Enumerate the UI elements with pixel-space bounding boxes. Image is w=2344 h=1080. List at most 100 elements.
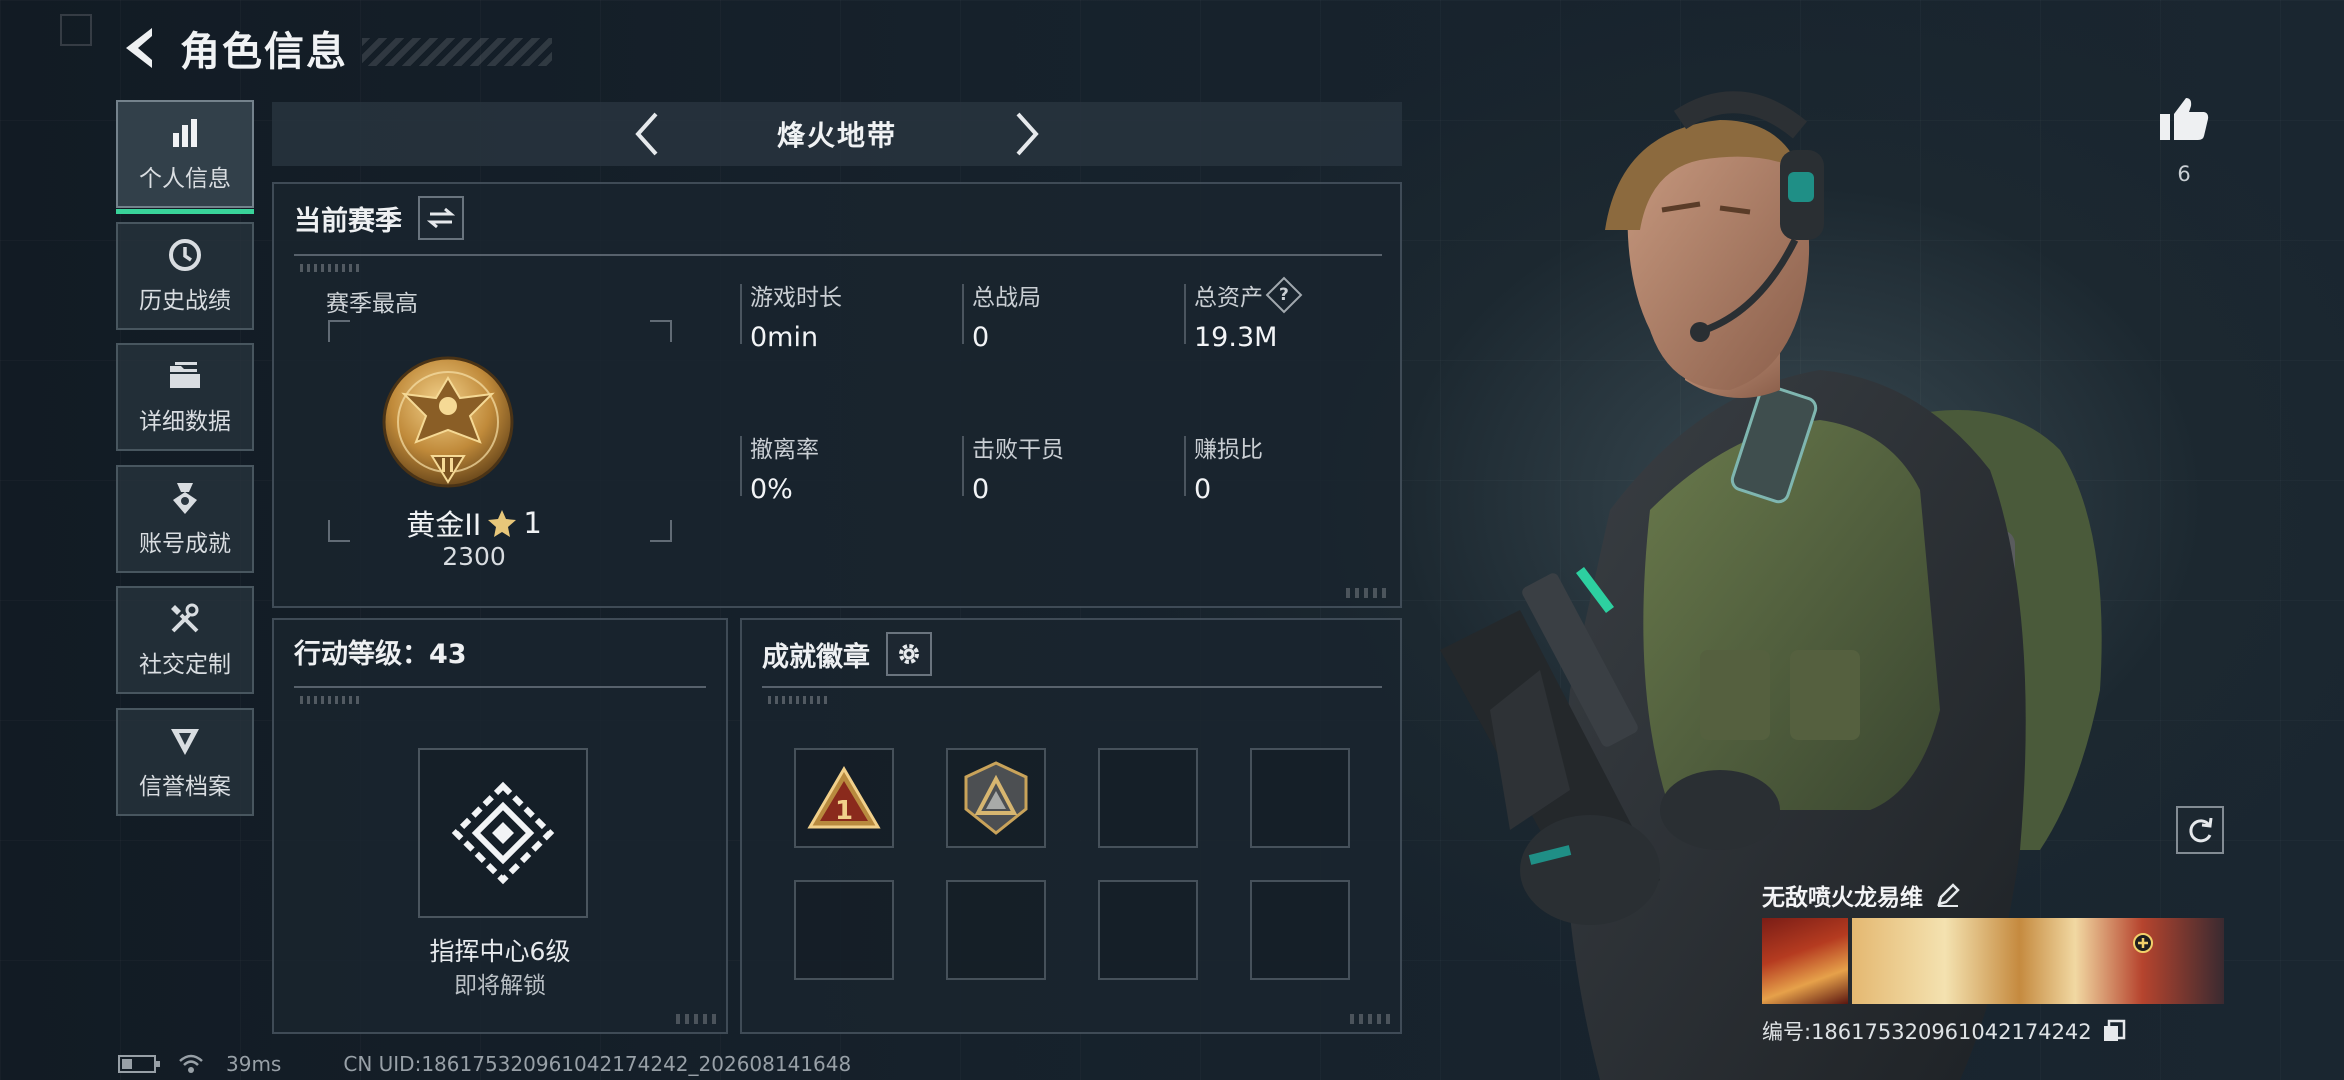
back-button[interactable] — [116, 20, 160, 76]
stat-divider — [962, 284, 964, 344]
stat-divider — [962, 436, 964, 496]
page-title: 角色信息 — [180, 29, 348, 75]
map-prev-button[interactable] — [627, 110, 667, 158]
sidebar-item-personal-info[interactable]: 个人信息 — [116, 100, 254, 214]
badge-triangle-1-icon: 1 — [807, 766, 881, 829]
achievement-badges-panel: 成就徽章 1 — [740, 618, 1402, 1034]
map-name: 烽火地带 — [776, 119, 897, 152]
unlock-subtitle: 即将解锁 — [454, 973, 546, 999]
achievements-title: 成就徽章 — [762, 641, 870, 673]
stat-extraction-rate: 撤离率 0% — [750, 430, 950, 505]
player-banner[interactable] — [1762, 918, 2224, 1004]
dash-decoration — [300, 696, 360, 704]
back-arrow-icon — [126, 28, 152, 68]
season-header: 当前赛季 — [294, 196, 464, 240]
season-title: 当前赛季 — [294, 205, 402, 237]
stat-divider — [740, 284, 742, 344]
stat-divider — [1184, 436, 1186, 496]
help-icon[interactable]: ? — [1265, 276, 1303, 314]
chevron-right-icon — [1016, 112, 1039, 156]
dash-decoration — [768, 696, 828, 704]
sidebar-item-credit[interactable]: 信誉档案 — [116, 707, 254, 816]
map-selector: 烽火地带 — [272, 102, 1402, 166]
thumbs-up-icon — [2160, 98, 2209, 140]
badge-slot-empty[interactable] — [794, 880, 894, 980]
folder-icon — [170, 362, 200, 388]
badge-slot-empty[interactable] — [1250, 748, 1350, 848]
divider — [294, 686, 706, 688]
stat-value: 0 — [972, 322, 990, 353]
stat-total-matches: 总战局 0 — [972, 278, 1172, 353]
badge-settings-button[interactable] — [886, 632, 932, 676]
rank-stars: 1 — [523, 506, 542, 540]
badge-slot-empty[interactable] — [1098, 748, 1198, 848]
sidebar-item-details[interactable]: 详细数据 — [116, 343, 254, 451]
stat-value: 19.3M — [1194, 322, 1278, 353]
achievement-medal-icon — [173, 482, 197, 514]
sidebar-item-social[interactable]: 社交定制 — [116, 586, 254, 694]
sidebar-item-achievements[interactable]: 账号成就 — [116, 464, 254, 573]
shield-credit-icon — [171, 728, 199, 755]
header: 角色信息 — [116, 20, 552, 76]
bar-chart-icon — [173, 119, 197, 147]
stat-divider — [740, 436, 742, 496]
copy-icon[interactable] — [2102, 1019, 2126, 1043]
wifi-icon — [179, 1054, 203, 1073]
player-card: 无敌喷火龙易维 编号:186175320961042174242 — [1762, 876, 2224, 1046]
sidebar-item-label: 个人信息 — [139, 166, 231, 192]
sidebar: 个人信息 历史战绩 详细数据 账号成就 社交定制 信誉档案 — [116, 100, 254, 829]
gear-icon — [899, 644, 919, 664]
rotate-model-button[interactable] — [2176, 806, 2224, 854]
stat-profit-loss-ratio: 赚损比 0 — [1194, 430, 1394, 505]
stat-label: 总资产 — [1194, 285, 1263, 311]
badge-slot[interactable]: 1 — [794, 748, 894, 848]
swap-arrows-icon — [427, 207, 455, 229]
sidebar-item-label: 历史战绩 — [139, 287, 231, 314]
stat-total-assets: 总资产 ? 19.3M — [1194, 276, 1394, 353]
cn-uid: CN UID:186175320961042174242_20260814164… — [343, 1052, 852, 1076]
action-level-title: 行动等级：43 — [294, 639, 467, 670]
stat-value: 0 — [972, 474, 990, 505]
ping-value: 39ms — [226, 1052, 282, 1076]
title-decoration — [362, 38, 552, 66]
sidebar-item-label: 社交定制 — [139, 652, 231, 678]
corner-decoration — [60, 14, 92, 46]
battery-icon — [118, 1055, 160, 1073]
action-level-panel: 行动等级：43 指挥中心6级 即将解锁 — [272, 618, 728, 1034]
player-uid: 编号:186175320961042174242 — [1762, 1020, 2092, 1044]
edit-pencil-icon[interactable] — [1935, 882, 1961, 908]
stat-play-time: 游戏时长 0min — [750, 278, 950, 353]
badge-slot-empty[interactable] — [1250, 880, 1350, 980]
stat-value: 0 — [1194, 474, 1212, 505]
like-counter[interactable]: 6 — [2156, 96, 2212, 186]
banner-image — [1852, 918, 2224, 1004]
sidebar-item-history[interactable]: 历史战绩 — [116, 221, 254, 330]
map-next-button[interactable] — [1007, 110, 1047, 158]
divider — [294, 254, 1382, 256]
badge-slot-empty[interactable] — [946, 880, 1046, 980]
player-name: 无敌喷火龙易维 — [1762, 885, 1923, 911]
rotate-icon — [2189, 817, 2213, 843]
command-center-unlock[interactable] — [418, 748, 588, 918]
tools-icon — [171, 603, 199, 633]
plus-circle-icon — [2133, 933, 2153, 953]
command-center-icon — [451, 781, 555, 885]
stat-label: 赚损比 — [1194, 437, 1263, 463]
like-count: 6 — [2177, 162, 2191, 186]
divider — [762, 686, 1382, 688]
corner-decoration — [1346, 588, 1386, 598]
rank-name-row: 黄金II 1 — [374, 502, 574, 544]
badge-slot-empty[interactable] — [1098, 880, 1198, 980]
rank-name: 黄金II — [406, 508, 482, 542]
stat-label: 击败干员 — [972, 437, 1064, 463]
rank-score: 2300 — [442, 542, 506, 571]
status-bar: 39ms CN UID:186175320961042174242_202608… — [118, 1052, 851, 1076]
stat-value: 0min — [750, 322, 819, 353]
badge-slot[interactable] — [946, 748, 1046, 848]
player-avatar[interactable] — [1762, 918, 1848, 1004]
stat-value: 0% — [750, 474, 793, 505]
sidebar-item-label: 详细数据 — [139, 409, 231, 435]
stat-divider — [1184, 284, 1186, 344]
season-best-label: 赛季最高 — [326, 291, 418, 317]
season-switch-button[interactable] — [418, 196, 464, 240]
